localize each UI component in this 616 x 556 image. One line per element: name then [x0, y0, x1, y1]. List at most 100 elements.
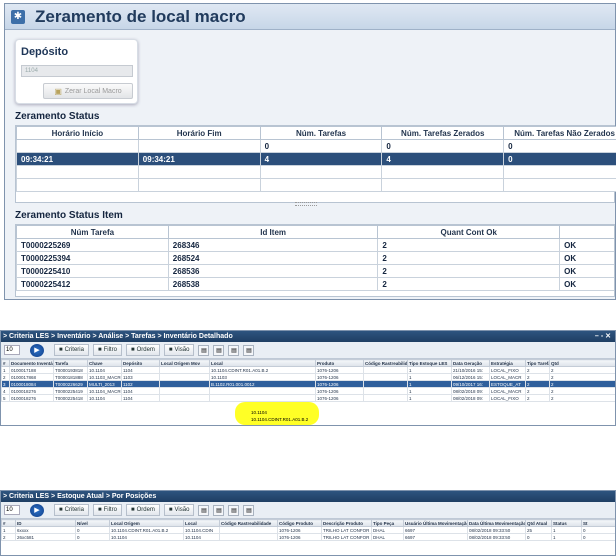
column-header[interactable]: Código Rastreabilidade [219, 519, 278, 527]
table-row[interactable]: 5 0100018276 T0000225418 10.1104 1104 1076-12… [1, 394, 615, 402]
table-cell: 10.1103 [209, 373, 316, 381]
page-size-select[interactable]: 10 [4, 505, 20, 515]
table-row[interactable]: 2 26xc581 0 10.1104 10.1104 1076-1206 TRILHO L… [1, 533, 615, 541]
table-cell: 0100018276 [9, 387, 54, 395]
settings-icon[interactable]: ▤ [243, 504, 255, 516]
column-header[interactable]: ID [15, 519, 76, 527]
table-row[interactable]: T0000225394 268524 2 OK [16, 251, 614, 265]
table-cell: 5 [1, 394, 10, 402]
table-cell: 1 [407, 373, 452, 381]
table-cell: 26xc581 [15, 533, 76, 541]
column-header[interactable]: Descrição Produto [321, 519, 372, 527]
table-cell: 08/02/2018 09: [451, 394, 490, 402]
table-cell: 0 [581, 533, 615, 541]
column-header[interactable]: Qtd [549, 359, 615, 367]
print-icon[interactable]: ▤ [228, 504, 240, 516]
breadcrumb: > Criteria LES > Inventário > Análise > … [1, 331, 615, 342]
table-cell: 0 [75, 533, 110, 541]
table-cell: 1104 [121, 366, 160, 374]
table-row[interactable]: T0000225410 268536 2 OK [16, 264, 614, 278]
column-header[interactable]: Estratégia [489, 359, 526, 367]
table-row[interactable]: 2 0100017868 T0000181888 10.1103_MACRO 1103 1… [1, 373, 615, 381]
grid-icon[interactable]: ▤ [198, 344, 210, 356]
column-header[interactable]: Local [209, 359, 316, 367]
view-button[interactable]: ■ Visão [163, 504, 195, 516]
table-cell [363, 373, 408, 381]
criteria-button[interactable]: ■ Criteria [54, 504, 89, 516]
print-icon[interactable]: ▤ [228, 344, 240, 356]
play-icon[interactable]: ▶ [30, 343, 44, 357]
estoque-table: # ID Nível Local Origem Local Código Rastreab… [1, 519, 615, 541]
column-header[interactable]: Código Produto [277, 519, 322, 527]
inventario-panel: > Criteria LES > Inventário > Análise > … [0, 330, 616, 426]
column-header[interactable]: Produto [315, 359, 364, 367]
column-header[interactable]: Data Geração [451, 359, 490, 367]
column-header[interactable]: # [1, 359, 10, 367]
window-controls[interactable]: – ▫ ✕ [595, 331, 611, 342]
button-label: Ordem [136, 347, 155, 353]
zerar-local-macro-button[interactable]: ▣ Zerar Local Macro [43, 83, 133, 99]
export-icon[interactable]: ▤ [213, 504, 225, 516]
table-cell [159, 387, 210, 395]
deposito-input[interactable]: 1104 [21, 65, 133, 77]
status-col-header[interactable]: Horário Início [16, 126, 139, 140]
column-header[interactable]: Usuário Última Movimentação [403, 519, 468, 527]
column-header[interactable]: Tipo Estoque LES [407, 359, 452, 367]
page-size-select[interactable]: 10 [4, 345, 20, 355]
item-col-header[interactable]: Quant Cont Ok [377, 225, 561, 239]
column-header[interactable]: Tipo Tarefa [525, 359, 550, 367]
item-col-header[interactable]: Id Item [167, 225, 379, 239]
table-row[interactable]: T0000225412 268538 2 OK [16, 277, 614, 291]
settings-icon[interactable]: ▤ [243, 344, 255, 356]
item-col-header[interactable]: Núm Tarefa [16, 225, 169, 239]
table-row[interactable]: 1 0100017188 T0000193818 10.1104 1104 10.1104… [1, 366, 615, 374]
sort-icon: ■ [130, 347, 135, 353]
view-button[interactable]: ■ Visão [163, 344, 195, 356]
column-header[interactable]: Data Última Movimentação [467, 519, 526, 527]
grid-icon[interactable]: ▤ [198, 504, 210, 516]
export-icon[interactable]: ▤ [213, 344, 225, 356]
status-col-header[interactable]: Horário Fim [137, 126, 261, 140]
column-header[interactable]: Local [183, 519, 220, 527]
button-label: Visão [174, 507, 190, 513]
sort-button[interactable]: ■ Ordem [125, 344, 160, 356]
table-cell: 2 [1, 373, 10, 381]
status-col-header[interactable]: Núm. Tarefas [259, 126, 383, 140]
status-col-header[interactable]: Núm. Tarefas Não Zerados [503, 126, 616, 140]
column-header[interactable]: Tarefa [53, 359, 88, 367]
empty-cell [503, 165, 616, 179]
table-row[interactable]: 1 6xxxx 0 10.1104.CDINT.R01.A01.B.2 10.1104.… [1, 526, 615, 534]
table-cell: TRILHO LAT CONFOR [321, 526, 372, 534]
table-cell: 1076-1206 [315, 366, 364, 374]
column-header[interactable]: St [581, 519, 615, 527]
column-header[interactable]: Tipo Peça [371, 519, 404, 527]
table-cell: 2 [525, 366, 550, 374]
column-header[interactable]: Depósito [121, 359, 160, 367]
button-label: Ordem [136, 507, 155, 513]
column-header[interactable]: # [1, 519, 16, 527]
table-row[interactable]: T0000225269 268346 2 OK [16, 238, 614, 252]
column-header[interactable]: Local Origem Mov [159, 359, 210, 367]
column-header[interactable]: Nível [75, 519, 110, 527]
table-row[interactable]: 000 [16, 139, 616, 153]
sort-button[interactable]: ■ Ordem [125, 504, 160, 516]
column-header[interactable]: Chave [87, 359, 122, 367]
table-cell: 2 [525, 380, 550, 388]
column-header[interactable]: Local Origem [109, 519, 184, 527]
resize-handle[interactable] [295, 202, 317, 206]
table-cell: 08/02/2018 09:33:50 [467, 526, 526, 534]
column-header[interactable]: Documento Inventário [9, 359, 54, 367]
filter-button[interactable]: ■ Filtro [92, 504, 122, 516]
play-icon[interactable]: ▶ [30, 503, 44, 517]
column-header[interactable]: Status [551, 519, 582, 527]
table-cell: T0000225418 [53, 394, 88, 402]
column-header[interactable]: Código Rastreabilidade [363, 359, 408, 367]
table-row[interactable]: 4 0100018276 T0000225419 10.1104_MACRO 1104 1… [1, 387, 615, 395]
criteria-button[interactable]: ■ Criteria [54, 344, 89, 356]
column-header[interactable]: Qtd Atual [525, 519, 552, 527]
table-row[interactable]: 3 0100018084 T0000226629 MULTI_2013 1102 B.11… [1, 380, 615, 388]
table-row[interactable]: 09:34:21 09:34:21 4 4 0 [16, 152, 616, 166]
status-col-header[interactable]: Núm. Tarefas Zerados [381, 126, 505, 140]
filter-button[interactable]: ■ Filtro [92, 344, 122, 356]
item-col-header[interactable] [559, 225, 614, 239]
